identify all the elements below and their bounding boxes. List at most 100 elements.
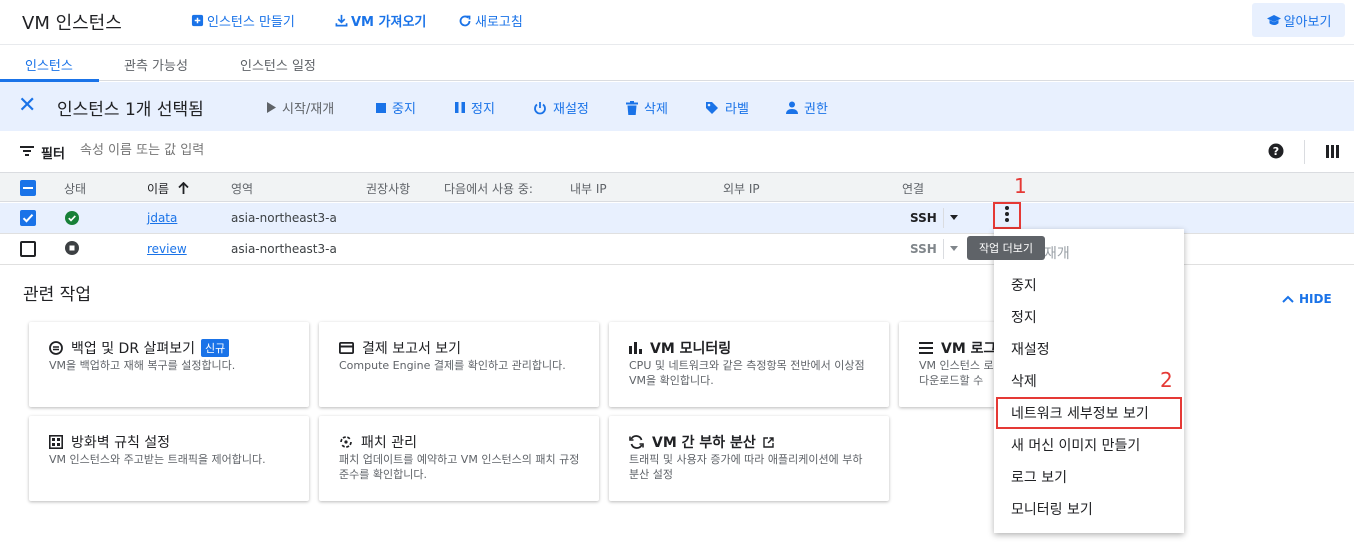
add-box-icon <box>190 14 204 28</box>
column-display-icon[interactable] <box>1326 145 1339 162</box>
chevron-up-icon <box>1282 295 1294 303</box>
header-internal-ip[interactable]: 내부 IP <box>570 180 607 197</box>
header-external-ip[interactable]: 외부 IP <box>723 180 760 197</box>
header-recommendations[interactable]: 권장사항 <box>366 180 410 197</box>
menu-item-view-logs[interactable]: 로그 보기 <box>1011 467 1067 487</box>
card-backup-dr[interactable]: 백업 및 DR 살펴보기 신규 VM을 백업하고 재해 복구를 설정합니다. <box>29 322 309 407</box>
permissions-button[interactable]: 권한 <box>786 98 828 117</box>
card-firewall-rules[interactable]: 방화벽 규칙 설정 VM 인스턴스와 주고받는 트래픽을 제어합니다. <box>29 416 309 501</box>
label-icon <box>705 101 719 115</box>
labels-button[interactable]: 라벨 <box>705 98 749 117</box>
card-title: 방화벽 규칙 설정 <box>71 435 171 451</box>
header-status[interactable]: 상태 <box>64 180 86 197</box>
row-checkbox[interactable] <box>20 210 36 226</box>
ssh-button[interactable]: SSH <box>910 242 937 256</box>
header-in-use-by[interactable]: 다음에서 사용 중: <box>444 180 533 197</box>
billing-icon <box>339 342 354 354</box>
school-icon <box>1266 14 1282 27</box>
more-actions-tooltip: 작업 더보기 <box>967 236 1045 260</box>
new-badge: 신규 <box>201 339 230 357</box>
import-vm-label: VM 가져오기 <box>351 15 427 30</box>
ssh-dropdown-icon[interactable] <box>950 246 958 251</box>
load-balance-icon <box>629 435 644 449</box>
annotation-marker-1: 1 <box>1014 174 1027 198</box>
menu-item-reset[interactable]: 재설정 <box>1011 339 1050 359</box>
card-title: 결제 보고서 보기 <box>362 341 462 357</box>
hide-button[interactable]: HIDE <box>1282 292 1332 306</box>
stop-button[interactable]: 중지 <box>376 98 416 117</box>
header-connect[interactable]: 연결 <box>902 180 924 197</box>
instance-zone: asia-northeast3-a <box>231 242 337 256</box>
download-icon <box>334 14 348 28</box>
suspend-button[interactable]: 정지 <box>455 98 495 117</box>
tab-bar: 인스턴스 관측 가능성 인스턴스 일정 <box>0 44 1354 82</box>
menu-item-create-machine-image[interactable]: 새 머신 이미지 만들기 <box>1011 435 1140 455</box>
hide-label: HIDE <box>1299 292 1332 306</box>
refresh-icon <box>458 14 472 28</box>
menu-item-stop[interactable]: 중지 <box>1011 275 1037 295</box>
header-name-label: 이름 <box>147 182 170 196</box>
sort-arrow-up-icon <box>178 181 189 197</box>
menu-item-resume[interactable]: 재개 <box>1044 243 1070 263</box>
row-checkbox[interactable] <box>20 241 36 257</box>
power-icon <box>533 101 547 115</box>
select-all-checkbox[interactable] <box>20 180 36 196</box>
card-vm-monitoring[interactable]: VM 모니터링 CPU 및 네트워크와 같은 측정항목 전반에서 이상점 VM을… <box>609 322 889 407</box>
menu-item-delete[interactable]: 삭제 <box>1011 371 1037 391</box>
stop-label: 중지 <box>392 102 416 117</box>
svg-text:?: ? <box>1273 145 1279 158</box>
patch-icon <box>339 435 353 449</box>
import-vm-button[interactable]: VM 가져오기 <box>334 11 426 30</box>
filter-bar: 필터 <box>0 131 1354 173</box>
learn-label: 알아보기 <box>1283 14 1332 30</box>
play-icon <box>266 102 276 113</box>
labels-label: 라벨 <box>725 102 749 117</box>
related-actions-title: 관련 작업 <box>23 285 91 305</box>
toolbar-divider <box>1304 140 1305 164</box>
more-actions-menu: 재개 중지 정지 재설정 삭제 네트워크 세부정보 보기 새 머신 이미지 만들… <box>994 229 1184 533</box>
start-resume-button[interactable]: 시작/재개 <box>266 98 334 117</box>
top-bar: VM 인스턴스 인스턴스 만들기 VM 가져오기 새로고침 알아보기 <box>0 0 1354 44</box>
tab-observability[interactable]: 관측 가능성 <box>124 55 188 74</box>
bar-chart-icon <box>629 342 642 354</box>
instance-name-link[interactable]: jdata <box>147 211 177 225</box>
ssh-button[interactable]: SSH <box>910 211 937 225</box>
card-vm-logs[interactable]: VM 로그 VM 인스턴스 로그를 다운로드할 수 <box>899 322 999 407</box>
filter-label: 필터 <box>41 147 65 162</box>
refresh-button[interactable]: 새로고침 <box>458 11 523 30</box>
card-load-balancing[interactable]: VM 간 부하 분산 트래픽 및 사용자 증가에 따라 애플리케이션에 부하 분… <box>609 416 889 501</box>
network-details-highlight <box>996 397 1182 429</box>
close-icon[interactable]: ✕ <box>18 95 36 117</box>
instance-name-link[interactable]: review <box>147 242 187 256</box>
refresh-label: 새로고침 <box>475 15 523 30</box>
card-description: 트래픽 및 사용자 증가에 따라 애플리케이션에 부하 분산 설정 <box>629 453 863 481</box>
card-description: Compute Engine 결제를 확인하고 관리합니다. <box>339 359 566 372</box>
help-icon[interactable]: ? <box>1268 143 1284 163</box>
suspend-label: 정지 <box>471 102 495 117</box>
header-name[interactable]: 이름 <box>147 180 189 197</box>
delete-button[interactable]: 삭제 <box>626 98 668 117</box>
header-zone[interactable]: 영역 <box>231 180 253 197</box>
tab-instance-schedules[interactable]: 인스턴스 일정 <box>240 55 316 74</box>
backup-icon <box>49 341 63 355</box>
firewall-icon <box>49 435 63 449</box>
ssh-dropdown-icon[interactable] <box>950 215 958 220</box>
learn-button[interactable]: 알아보기 <box>1252 3 1345 37</box>
tab-instances[interactable]: 인스턴스 <box>25 55 73 74</box>
instance-zone: asia-northeast3-a <box>231 211 337 225</box>
menu-item-view-monitoring[interactable]: 모니터링 보기 <box>1011 499 1093 519</box>
filter-input[interactable] <box>80 143 480 158</box>
card-description: 패치 업데이트를 예약하고 VM 인스턴스의 패치 규정 준수를 확인합니다. <box>339 453 580 481</box>
card-title: 백업 및 DR 살펴보기 <box>71 341 196 357</box>
card-title: VM 로그 <box>941 341 997 357</box>
reset-button[interactable]: 재설정 <box>533 98 589 117</box>
reset-label: 재설정 <box>553 102 589 117</box>
ssh-divider <box>943 208 944 228</box>
card-patch-management[interactable]: 패치 관리 패치 업데이트를 예약하고 VM 인스턴스의 패치 규정 준수를 확… <box>319 416 599 501</box>
start-resume-label: 시작/재개 <box>282 102 335 117</box>
menu-item-suspend[interactable]: 정지 <box>1011 307 1037 327</box>
create-instance-button[interactable]: 인스턴스 만들기 <box>190 11 295 30</box>
more-vert-icon[interactable] <box>1004 206 1010 224</box>
card-description: CPU 및 네트워크와 같은 측정항목 전반에서 이상점 VM을 확인합니다. <box>629 359 865 387</box>
card-billing-report[interactable]: 결제 보고서 보기 Compute Engine 결제를 확인하고 관리합니다. <box>319 322 599 407</box>
